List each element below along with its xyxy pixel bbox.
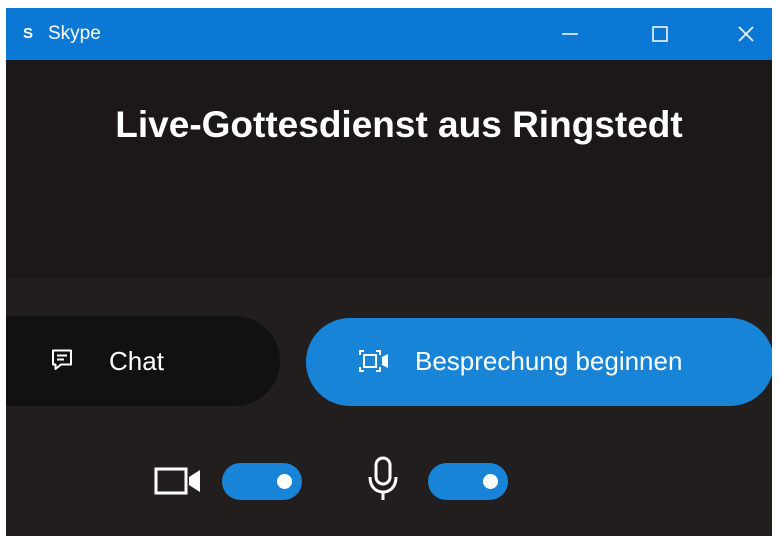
microphone-icon (368, 456, 398, 500)
meeting-header (6, 60, 772, 278)
chat-button-label[interactable]: Chat (109, 346, 164, 376)
window-title: Skype (48, 23, 101, 44)
close-button[interactable] (720, 8, 772, 60)
microphone-toggle[interactable] (428, 463, 508, 500)
minimize-button[interactable] (540, 8, 600, 60)
meeting-title: Live-Gottesdienst aus Ringstedt (115, 104, 683, 145)
camera-toggle-knob (277, 474, 292, 489)
title-bar: S Skype (6, 8, 772, 60)
start-meeting-label[interactable]: Besprechung beginnen (415, 346, 682, 376)
skype-window: S Skype Live-Gottesdienst aus Ringstedt … (6, 8, 772, 536)
microphone-toggle-knob (483, 474, 498, 489)
video-camera-icon (154, 467, 200, 495)
close-icon (738, 26, 754, 42)
camera-toggle[interactable] (222, 463, 302, 500)
minimize-icon (562, 33, 578, 35)
maximize-button[interactable] (630, 8, 690, 60)
maximize-icon (652, 26, 668, 42)
skype-logo-icon: S (22, 25, 33, 42)
chat-icon (52, 349, 72, 370)
start-meeting-icon (359, 350, 388, 372)
